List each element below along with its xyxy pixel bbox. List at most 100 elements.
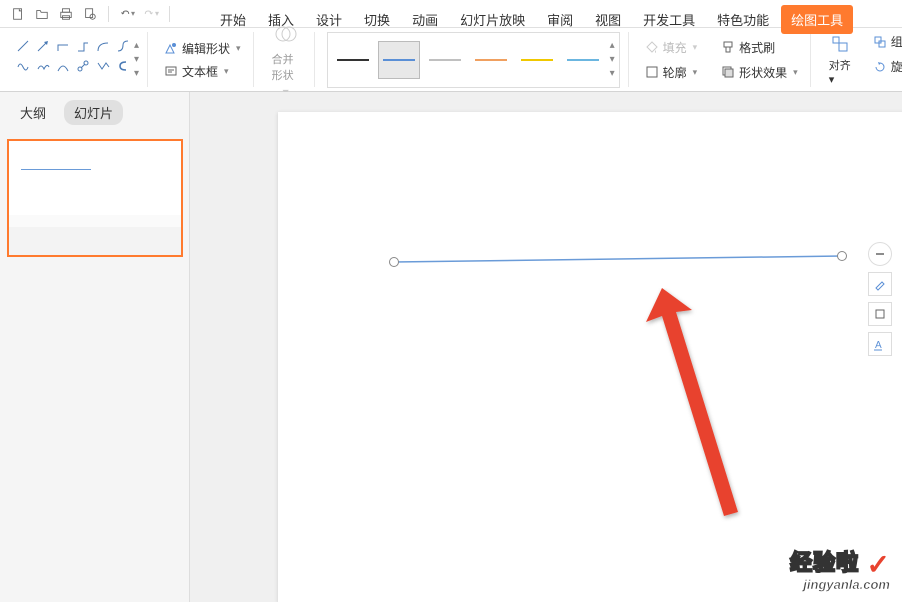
edit-group: 编辑形状 ▾ 文本框 ▾ bbox=[152, 32, 254, 87]
gallery-more-icon[interactable]: ▾ bbox=[134, 67, 139, 81]
line-style-6[interactable] bbox=[562, 41, 604, 79]
sidebar-tabs: 大纲 幻灯片 bbox=[0, 92, 189, 133]
elbow-connector-icon[interactable] bbox=[54, 37, 72, 55]
chevron-down-icon: ▾ bbox=[793, 67, 798, 78]
shapes-gallery[interactable] bbox=[14, 37, 132, 83]
curve-icon[interactable] bbox=[54, 57, 72, 75]
format-painter-label: 格式刷 bbox=[739, 39, 775, 56]
edit-shape-label: 编辑形状 bbox=[182, 40, 230, 57]
tab-developer[interactable]: 开发工具 bbox=[633, 5, 705, 34]
svg-text:A: A bbox=[875, 340, 882, 351]
line-style-3[interactable] bbox=[424, 41, 466, 79]
thumbnail-area bbox=[9, 227, 181, 255]
slide-thumbnail-1[interactable] bbox=[7, 139, 183, 257]
gallery-down-icon[interactable]: ▾ bbox=[610, 53, 615, 67]
line-style-2[interactable] bbox=[378, 41, 420, 79]
line-style-1[interactable] bbox=[332, 41, 374, 79]
thumbnail-line-preview bbox=[21, 169, 91, 170]
merge-group: 合并形状 ▾ bbox=[258, 32, 315, 87]
fill-button: 填充 ▾ bbox=[641, 37, 702, 58]
text-box-button[interactable]: 文本框 ▾ bbox=[160, 61, 245, 82]
merge-shapes-label: 合并形状 bbox=[272, 51, 300, 83]
chevron-down-icon: ▾ bbox=[693, 67, 698, 78]
line-gallery-expand: ▴ ▾ ▾ bbox=[610, 37, 615, 83]
zigzag-icon[interactable] bbox=[94, 57, 112, 75]
slide-canvas[interactable]: A 经验啦 ✓ jingyanla.com bbox=[190, 92, 902, 602]
freeform-icon[interactable] bbox=[14, 57, 32, 75]
curve-connector-icon[interactable] bbox=[94, 37, 112, 55]
text-box-label: 文本框 bbox=[182, 63, 218, 80]
separator bbox=[108, 6, 109, 22]
line-style-5[interactable] bbox=[516, 41, 558, 79]
new-doc-icon[interactable] bbox=[10, 6, 26, 22]
open-icon[interactable] bbox=[34, 6, 50, 22]
ribbon: ▴ ▾ ▾ 编辑形状 ▾ 文本框 ▾ 合并形状 ▾ bbox=[0, 28, 902, 92]
fill-label: 填充 bbox=[663, 39, 687, 56]
connector-icon[interactable] bbox=[74, 57, 92, 75]
tab-view[interactable]: 视图 bbox=[585, 5, 631, 34]
format-group: 填充 ▾ 轮廓 ▾ 格式刷 形状效果 ▾ bbox=[633, 32, 811, 87]
rotate-button[interactable]: 旋转 ▾ bbox=[869, 56, 902, 77]
line-shape-icon[interactable] bbox=[14, 37, 32, 55]
line-style-4[interactable] bbox=[470, 41, 512, 79]
slide[interactable] bbox=[278, 112, 902, 602]
quick-access-toolbar: ▾ ▾ 开始 插入 设计 切换 动画 幻灯片放映 审阅 视图 开发工具 特色功能… bbox=[0, 0, 902, 28]
chevron-down-icon: ▾ bbox=[693, 42, 698, 53]
thumbnail-list bbox=[0, 133, 189, 263]
gallery-expand: ▴ ▾ ▾ bbox=[134, 37, 139, 83]
format-painter-button[interactable]: 格式刷 bbox=[717, 37, 802, 58]
zoom-out-button[interactable] bbox=[868, 242, 892, 266]
floating-tools: A bbox=[868, 242, 892, 356]
undo-icon[interactable]: ▾ bbox=[119, 6, 135, 22]
print-icon[interactable] bbox=[58, 6, 74, 22]
curve-arrow-icon[interactable] bbox=[114, 37, 132, 55]
brush-tool-button[interactable] bbox=[868, 272, 892, 296]
shapes-gallery-group: ▴ ▾ ▾ bbox=[6, 32, 148, 87]
arrow-line-icon[interactable] bbox=[34, 37, 52, 55]
tab-drawing-tools[interactable]: 绘图工具 bbox=[781, 5, 853, 34]
thumbnail-area bbox=[9, 215, 181, 227]
slides-tab[interactable]: 幻灯片 bbox=[64, 100, 123, 125]
tab-animation[interactable]: 动画 bbox=[402, 5, 448, 34]
tab-transition[interactable]: 切换 bbox=[354, 5, 400, 34]
s-curve-icon[interactable] bbox=[114, 57, 132, 75]
chevron-down-icon: ▾ bbox=[224, 66, 229, 77]
line-handle-start[interactable] bbox=[389, 257, 399, 267]
tab-review[interactable]: 审阅 bbox=[537, 5, 583, 34]
edit-shape-button[interactable]: 编辑形状 ▾ bbox=[160, 38, 245, 59]
outline-tab[interactable]: 大纲 bbox=[10, 100, 56, 125]
group-button[interactable]: 组合 ▾ bbox=[869, 31, 902, 52]
tab-slideshow[interactable]: 幻灯片放映 bbox=[450, 5, 535, 34]
arrange-group: 对齐▾ 组合 ▾ 旋转 ▾ 选 bbox=[815, 32, 902, 87]
align-label: 对齐 bbox=[829, 60, 851, 72]
text-tool-button[interactable]: A bbox=[868, 332, 892, 356]
gallery-down-icon[interactable]: ▾ bbox=[134, 53, 139, 67]
gallery-up-icon[interactable]: ▴ bbox=[610, 39, 615, 53]
align-button[interactable]: 对齐 ▾ bbox=[823, 31, 857, 88]
scribble-icon[interactable] bbox=[34, 57, 52, 75]
tab-start[interactable]: 开始 bbox=[210, 5, 256, 34]
tab-design[interactable]: 设计 bbox=[306, 5, 352, 34]
print-preview-icon[interactable] bbox=[82, 6, 98, 22]
main-area: 大纲 幻灯片 bbox=[0, 92, 902, 602]
shape-effects-button[interactable]: 形状效果 ▾ bbox=[717, 62, 802, 83]
separator bbox=[169, 6, 170, 22]
rotate-label: 旋转 bbox=[891, 58, 902, 75]
outline-label: 轮廓 bbox=[663, 64, 687, 81]
gallery-more-icon[interactable]: ▾ bbox=[610, 67, 615, 81]
gallery-up-icon[interactable]: ▴ bbox=[134, 39, 139, 53]
line-style-gallery: ▴ ▾ ▾ bbox=[327, 32, 620, 88]
shape-tool-button[interactable] bbox=[868, 302, 892, 326]
shape-effects-label: 形状效果 bbox=[739, 64, 787, 81]
elbow-arrow-icon[interactable] bbox=[74, 37, 92, 55]
chevron-down-icon: ▾ bbox=[829, 74, 835, 86]
outline-button[interactable]: 轮廓 ▾ bbox=[641, 62, 702, 83]
line-handle-end[interactable] bbox=[837, 251, 847, 261]
tab-insert[interactable]: 插入 bbox=[258, 5, 304, 34]
group-label: 组合 bbox=[891, 33, 902, 50]
redo-icon[interactable]: ▾ bbox=[143, 6, 159, 22]
watermark-title: 经验啦 bbox=[790, 550, 859, 575]
drawn-line-shape[interactable] bbox=[388, 250, 848, 270]
checkmark-icon: ✓ bbox=[867, 548, 890, 581]
tab-features[interactable]: 特色功能 bbox=[707, 5, 779, 34]
